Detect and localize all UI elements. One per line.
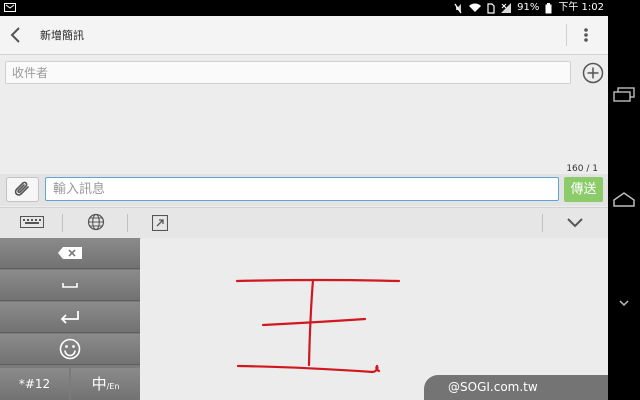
navigation-bar [608,0,640,400]
screen: 91% 下午 1:02 新增簡訊 160 / 1 [0,0,608,400]
enter-key[interactable] [0,302,140,333]
emoji-key[interactable] [0,334,140,365]
space-icon [62,283,78,288]
stroke-bottom [236,364,381,374]
status-indicators: 91% 下午 1:02 [453,0,604,16]
send-button[interactable]: 傳送 [564,177,603,202]
keyboard-toolbar [0,207,608,239]
wifi-icon [469,3,482,12]
globe-icon[interactable] [87,213,105,231]
mute-icon [454,3,462,13]
language-switch-key[interactable]: 中/En [71,368,140,400]
keyboard-function-keys: *#12 中/En [0,238,140,400]
sim-icon [487,2,495,14]
header-divider [566,24,567,46]
symbols-key[interactable]: *#12 [0,368,69,400]
page-title: 新增簡訊 [40,29,84,42]
backspace-icon [58,247,82,259]
status-time: 下午 1:02 [558,2,604,13]
paperclip-icon [14,181,29,196]
toolbar-divider [127,214,128,232]
stroke-top [235,278,401,283]
hide-keyboard-icon[interactable] [612,298,636,310]
toolbar-divider [62,214,63,232]
message-input[interactable] [45,177,559,201]
compose-bar: 傳送 [0,174,608,206]
recipient-input[interactable] [5,61,571,84]
battery-icon [545,2,552,13]
signal-icon [501,3,512,13]
stroke-middle [261,317,367,327]
language-sub-label: /En [106,382,120,391]
recent-apps-icon[interactable] [612,87,636,103]
back-icon[interactable] [6,24,26,46]
app-header: 新增簡訊 [0,16,608,55]
expand-icon[interactable] [152,215,168,231]
home-icon[interactable] [612,191,636,209]
language-main-label: 中 [91,375,107,393]
status-bar: 91% 下午 1:02 [0,0,608,16]
keyboard-icon[interactable] [20,216,44,230]
battery-percent: 91% [517,2,540,13]
toolbar-divider [542,214,543,232]
smiley-icon [59,338,81,360]
backspace-key[interactable] [0,238,140,269]
space-key[interactable] [0,270,140,301]
watermark: @SOGI.com.tw [424,375,608,400]
notification-icon [4,3,16,12]
chevron-down-icon[interactable] [566,217,584,229]
overflow-menu-icon[interactable] [578,24,594,46]
enter-icon [60,311,79,324]
character-counter: 160 / 1 [566,164,598,174]
add-recipient-icon[interactable] [582,62,604,84]
keyboard-bottom-row: *#12 中/En [0,368,140,400]
attach-button[interactable] [6,177,39,202]
